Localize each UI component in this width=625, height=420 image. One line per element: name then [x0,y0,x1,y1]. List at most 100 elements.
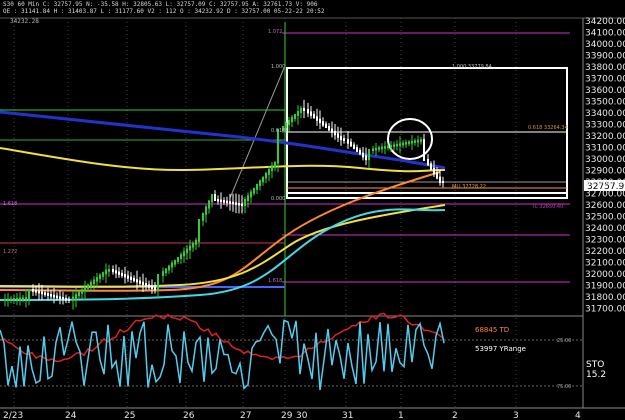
yellow-moving-average [0,147,446,173]
candle-body [44,292,46,296]
candle-body [121,272,123,277]
range-box[interactable] [286,67,568,199]
candle-body [208,200,210,209]
candle-body [229,201,231,204]
price-tick-label: 32200.00 [585,247,625,257]
price-tick-label: 31700.00 [585,305,625,315]
mli-label: MLI 32728.22 [452,184,487,190]
candle-body [442,181,444,184]
sto-fast-line [0,319,445,391]
fib-label-mid-right: 0.618 33264.34 [528,125,568,131]
candle-body [217,199,219,202]
sto-level-lower-label: 75.00 [557,384,572,390]
candle-body [250,191,252,198]
orange-moving-average [0,171,441,292]
candle-body [433,167,435,175]
candle-body [75,294,77,299]
candle-body [205,206,207,215]
candle-body [387,145,389,149]
time-tick-label: 24 [65,411,77,420]
candle-body [115,270,117,274]
candle-body [328,126,330,131]
fib-label-lower-left: 1.618 [3,201,18,207]
fib-label-box-top-right: 1.000 33779.84 [452,64,492,70]
candle-body [47,293,49,296]
candle-body [319,118,321,124]
candle-body [151,285,153,289]
fib-label-lower-2: 1.272 [3,249,18,255]
candle-body [124,274,126,278]
candle-body [78,291,80,297]
fib-label-lower-3: 1.618 [268,278,283,284]
price-tick-label: 33300.00 [585,121,625,131]
circle-annotation[interactable] [387,118,433,160]
price-tick-label: 33000.00 [585,155,625,165]
time-axis: 2/23 24 25 26 27 29 30 31 1 2 3 4 [3,411,581,420]
candle-body [99,274,101,280]
candle-body [93,279,95,284]
candle-body [350,141,352,147]
price-tick-label: 34200.00 [585,17,625,27]
time-tick-label: 29 [281,411,293,420]
candle-body [356,147,358,152]
candle-body [291,117,293,122]
candle-body [294,114,296,119]
candle-body [411,140,413,144]
candle-body [56,295,58,299]
candle-body [420,139,422,142]
candle-body [38,290,40,294]
price-tick-label: 32500.00 [585,213,625,223]
price-tick-label: 31800.00 [585,293,625,303]
candle-body [41,291,43,295]
candle-body [133,277,135,282]
candle-body [223,200,225,203]
candle-body [268,169,270,175]
candle-body [408,141,410,145]
candle-body [112,269,114,273]
candle-body [154,286,156,291]
price-chart[interactable]: 32757.95 34200.0034100.0034000.0033900.0… [0,0,625,420]
candle-body [177,256,179,262]
candle-body [118,271,120,275]
candle-body [271,165,273,171]
candle-body [19,297,21,300]
sto-value: 15.2 [586,370,607,380]
price-tick-label: 33100.00 [585,144,625,154]
candle-body [90,281,92,287]
candle-body [265,172,267,179]
candle-body [105,269,107,275]
candle-body [127,275,129,279]
candle-body [362,152,364,158]
time-tick-label: 30 [296,411,308,420]
candle-body [130,276,132,280]
candle-body [139,280,141,284]
candle-body [399,143,401,146]
price-tick-label: 33700.00 [585,75,625,85]
candle-body [405,142,407,145]
candle-body [148,284,150,288]
price-tick-label: 32600.00 [585,201,625,211]
candle-body [7,298,9,301]
candle-body [136,279,138,283]
candle-body [359,149,361,155]
price-tick-label: 33800.00 [585,63,625,73]
price-tick-label: 32100.00 [585,259,625,269]
fib-label-box-top: 1.000 [271,64,286,70]
candle-body [157,274,159,291]
candle-body [393,144,395,147]
candle-body [87,284,89,289]
candle-body [202,212,204,221]
price-tick-label: 32800.00 [585,178,625,188]
candle-body [417,139,419,143]
candle-body [235,202,237,205]
candle-body [368,149,370,161]
time-tick-label: 3 [513,411,519,420]
price-tick-label: 32000.00 [585,270,625,280]
candle-body [35,289,37,293]
candle-body [303,108,305,111]
candle-body [347,139,349,144]
candle-body [16,297,18,301]
candle-body [102,272,104,277]
candle-body [84,286,86,292]
candle-body [430,163,432,170]
